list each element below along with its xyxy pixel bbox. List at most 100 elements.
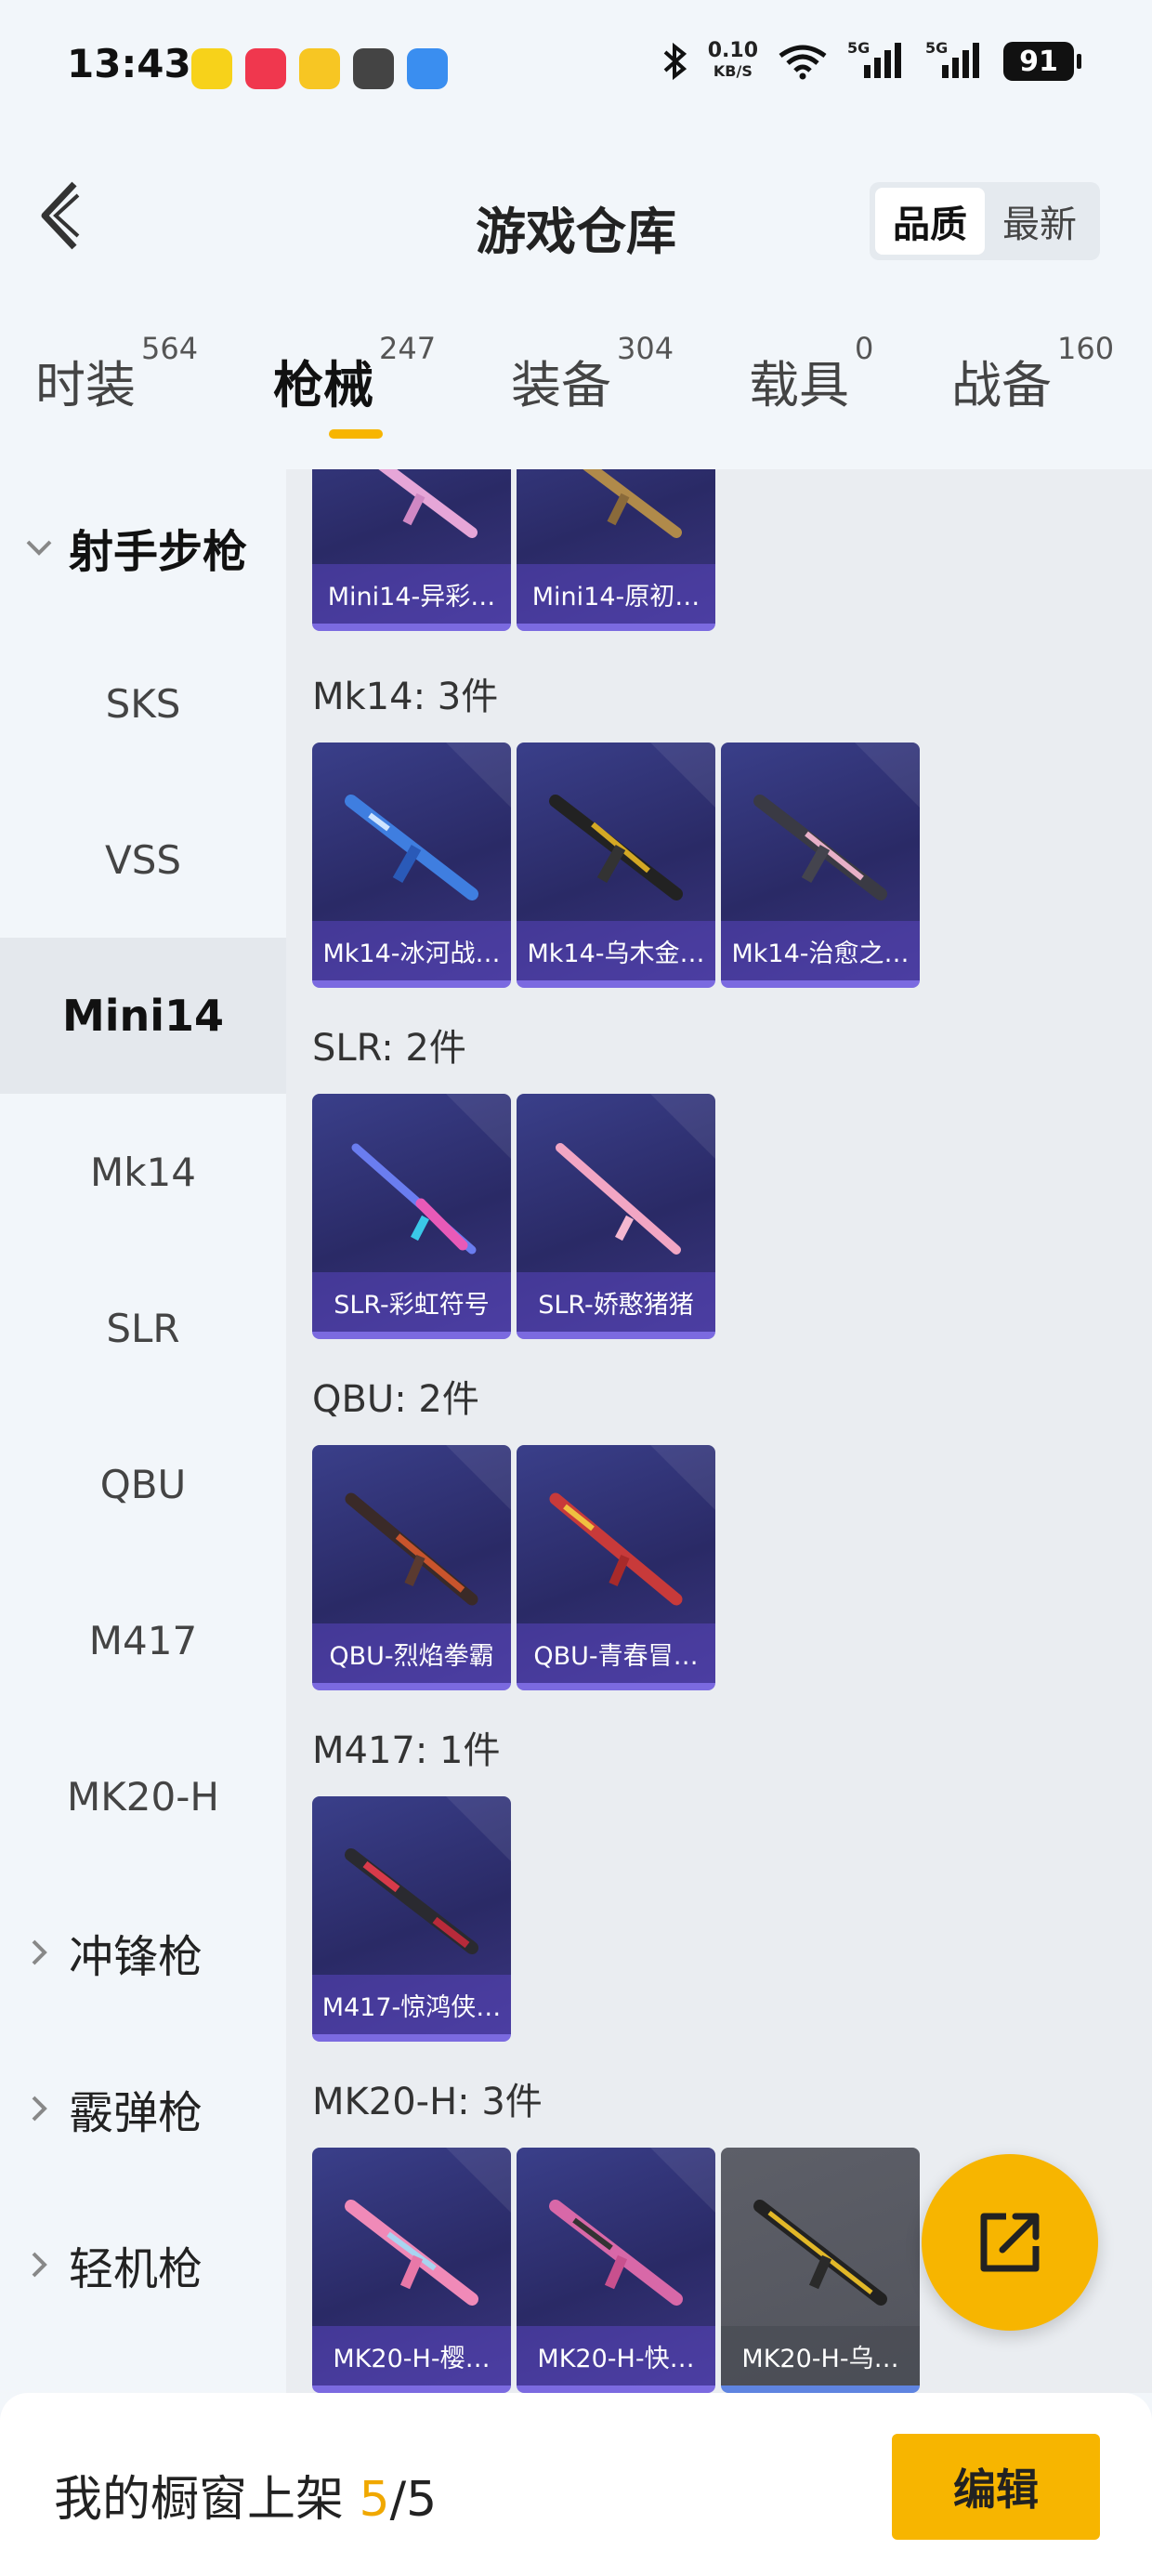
rifle-skin-image	[549, 1492, 683, 1606]
skin-card[interactable]: QBU-烈焰拳霸	[312, 1445, 511, 1690]
nav-bar: 游戏仓库 品质 最新	[0, 139, 1152, 307]
skin-card-label: M417-惊鸿侠…	[312, 1975, 511, 2034]
sidebar-group-shotgun[interactable]: 霰弹枪	[20, 2031, 203, 2187]
category-tabs: 时装564 枪械247 装备304 载具0 战备160	[0, 331, 1152, 446]
weapon-type-sidebar: 射手步枪 SKS VSS Mini14 Mk14 SLR QBU M417 MK…	[0, 469, 286, 2393]
sidebar-item-qbu[interactable]: QBU	[0, 1406, 286, 1562]
chevron-right-icon	[20, 2246, 58, 2283]
skin-card-label: MK20-H-乌…	[721, 2326, 920, 2385]
skin-card[interactable]: Mk14-治愈之…	[721, 743, 920, 988]
skin-card[interactable]: SLR-彩虹符号	[312, 1094, 511, 1339]
tab-label: 枪械	[273, 356, 373, 414]
sidebar-item-sks[interactable]: SKS	[0, 625, 286, 782]
skin-card-label: SLR-彩虹符号	[312, 1272, 511, 1332]
tab-supplies[interactable]: 战备160	[951, 331, 1114, 417]
tab-count: 0	[855, 331, 874, 366]
skin-card[interactable]: Mk14-冰河战…	[312, 743, 511, 988]
game-app-icon	[353, 48, 394, 89]
music-app-icon	[245, 48, 286, 89]
group-label-mk14: Mk14: 3件	[312, 676, 499, 718]
rifle-skin-image	[549, 2200, 683, 2306]
skin-card[interactable]: M417-惊鸿侠…	[312, 1796, 511, 2042]
skin-card-label: Mk14-冰河战…	[312, 921, 511, 980]
sidebar-item-slr[interactable]: SLR	[0, 1250, 286, 1406]
skin-card-label: Mk14-乌木金…	[517, 921, 715, 980]
skin-card-label: MK20-H-快…	[517, 2326, 715, 2385]
showcase-count-separator: /	[389, 2472, 407, 2528]
net-speed: 0.10 KB/S	[708, 41, 758, 82]
showcase-label: 我的橱窗上架	[54, 2472, 360, 2528]
weapon-grid: Mini14-异彩… Mini14-原初… Mk14: 3件 Mk14-冰河战……	[286, 469, 1152, 2393]
sort-option-latest[interactable]: 最新	[985, 188, 1094, 255]
group-label-m417: M417: 1件	[312, 1729, 501, 1772]
tab-count: 304	[617, 331, 674, 366]
rifle-skin-image	[345, 1848, 478, 1954]
tab-label: 装备	[511, 356, 611, 414]
edit-button[interactable]: 编辑	[892, 2434, 1100, 2540]
tab-weapons[interactable]: 枪械247	[273, 331, 436, 417]
tab-equipment[interactable]: 装备304	[511, 331, 674, 417]
skin-card[interactable]: SLR-娇憨猪猪	[517, 1094, 715, 1339]
sidebar-group-label: 轻机枪	[69, 2243, 203, 2295]
tab-count: 160	[1057, 331, 1115, 366]
signal-label-1: 5G	[847, 39, 871, 57]
wifi-icon	[779, 45, 827, 80]
bluetooth-icon	[663, 42, 687, 81]
status-time: 13:43	[67, 41, 191, 86]
showcase-bar: 我的橱窗上架 5/5 编辑	[0, 2393, 1152, 2576]
rifle-skin-image	[753, 2200, 887, 2306]
skin-card-label: MK20-H-樱…	[312, 2326, 511, 2385]
skin-card-label: Mini14-原初…	[517, 564, 715, 624]
tab-label: 时装	[35, 356, 136, 414]
rifle-skin-image	[753, 795, 887, 900]
skin-card[interactable]: Mk14-乌木金…	[517, 743, 715, 988]
battery-icon: 91	[1003, 42, 1081, 81]
sidebar-item-mini14[interactable]: Mini14	[0, 938, 286, 1094]
sidebar-group-smg[interactable]: 冲锋枪	[20, 1874, 203, 2031]
group-label-qbu: QBU: 2件	[312, 1378, 479, 1421]
chevron-right-icon	[20, 2090, 58, 2127]
skin-card[interactable]: MK20-H-樱…	[312, 2148, 511, 2393]
skin-card[interactable]: QBU-青春冒…	[517, 1445, 715, 1690]
sidebar-item-mk14[interactable]: Mk14	[0, 1094, 286, 1250]
sidebar-group-marksman[interactable]: 射手步枪	[20, 469, 247, 625]
skin-card-label: QBU-烈焰拳霸	[312, 1623, 511, 1683]
group-label-slr: SLR: 2件	[312, 1027, 466, 1070]
skin-card[interactable]: Mini14-原初…	[517, 469, 715, 631]
tab-count: 564	[141, 331, 199, 366]
active-tab-indicator	[329, 429, 383, 439]
net-speed-unit: KB/S	[713, 62, 753, 80]
showcase-current-count: 5	[359, 2472, 390, 2528]
signal-icon-1: 5G	[847, 39, 907, 82]
skin-card-label: QBU-青春冒…	[517, 1623, 715, 1683]
status-bar: 13:43 0.10 KB/S 5G 5G 91	[0, 0, 1152, 139]
sidebar-group-lmg[interactable]: 轻机枪	[20, 2187, 203, 2343]
tab-label: 战备	[951, 356, 1052, 414]
skin-card[interactable]: Mini14-异彩…	[312, 469, 511, 631]
weather-app-icon	[407, 48, 448, 89]
group-label-mk20h: MK20-H: 3件	[312, 2081, 543, 2123]
rifle-skin-image	[583, 469, 682, 538]
chevron-right-icon	[20, 1934, 58, 1971]
notes-app-icon	[299, 48, 340, 89]
rifle-skin-image	[345, 795, 478, 900]
showcase-status: 我的橱窗上架 5/5	[54, 2460, 437, 2530]
sidebar-item-mk20h[interactable]: MK20-H	[0, 1718, 286, 1874]
skin-card-label: SLR-娇憨猪猪	[517, 1272, 715, 1332]
rifle-skin-image	[378, 469, 478, 538]
skin-card[interactable]: MK20-H-快…	[517, 2148, 715, 2393]
tab-label: 载具	[749, 356, 849, 414]
sidebar-item-vss[interactable]: VSS	[0, 782, 286, 938]
showcase-total-count: 5	[406, 2472, 438, 2528]
sidebar-item-m417[interactable]: M417	[0, 1562, 286, 1718]
sort-option-quality[interactable]: 品质	[875, 188, 985, 255]
app-notification-icon	[191, 48, 232, 89]
tab-vehicles[interactable]: 载具0	[749, 331, 873, 417]
rifle-skin-image	[345, 2200, 478, 2306]
tab-fashion[interactable]: 时装564	[35, 331, 198, 417]
signal-label-2: 5G	[925, 39, 949, 57]
skin-card[interactable]: MK20-H-乌…	[721, 2148, 920, 2393]
rifle-skin-image	[556, 1143, 681, 1255]
signal-icon-2: 5G	[925, 39, 985, 82]
share-button[interactable]	[922, 2154, 1098, 2331]
